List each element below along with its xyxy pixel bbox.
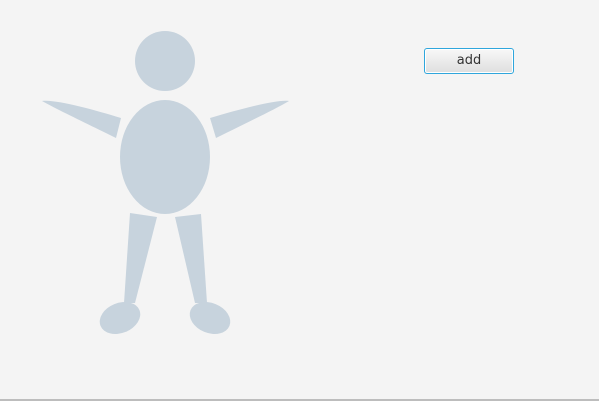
figure-left-arm [42,100,121,138]
figure-right-foot [189,302,231,334]
figure-torso [120,100,210,214]
figure-left-leg [124,213,157,303]
figure-left-foot [99,302,141,334]
figure-head [135,31,195,91]
figure-right-leg [175,214,207,303]
add-button[interactable]: add [424,48,514,74]
figure-right-arm [210,100,289,138]
